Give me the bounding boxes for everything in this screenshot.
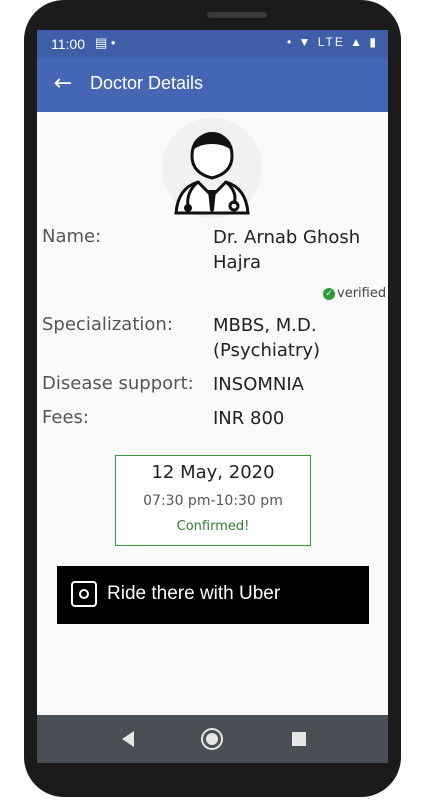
name-label: Name:	[42, 226, 102, 247]
doctor-avatar-icon	[162, 118, 262, 218]
appointment-status: Confirmed!	[176, 519, 250, 534]
specialization-value: MBBS, M.D. (Psychiatry)	[213, 313, 383, 363]
appointment-time: 07:30 pm-10:30 pm	[143, 493, 283, 509]
status-time: 11:00	[51, 36, 85, 52]
uber-button-label: Ride there with Uber	[107, 583, 281, 604]
disease-value: INSOMNIA	[213, 374, 304, 395]
appointment-card: 12 May, 2020 07:30 pm-10:30 pm Confirmed…	[115, 455, 311, 546]
specialization-label: Specialization:	[42, 314, 173, 335]
notification-icons: ▤ •	[95, 35, 116, 50]
doctor-name-line1: Dr. Arnab Ghosh	[213, 227, 361, 248]
app-screen: 11:00 ▤ • • ▼ LTE ▲ ▮ ← Doctor Details N…	[37, 30, 388, 763]
nav-back-icon[interactable]	[117, 727, 141, 751]
ride-with-uber-button[interactable]: Ride there with Uber	[57, 566, 369, 624]
specialization-line1: MBBS, M.D.	[213, 315, 317, 336]
phone-speaker	[207, 12, 267, 18]
status-bar: 11:00 ▤ • • ▼ LTE ▲ ▮	[37, 30, 388, 58]
doctor-avatar-svg	[174, 132, 250, 215]
verified-badge: ✓ verified	[323, 286, 386, 301]
back-arrow-icon[interactable]: ←	[49, 70, 77, 98]
specialization-line2: (Psychiatry)	[213, 340, 321, 361]
nav-home-icon[interactable]	[200, 727, 224, 751]
disease-label: Disease support:	[42, 373, 194, 394]
app-bar: ← Doctor Details	[37, 58, 388, 112]
fees-value: INR 800	[213, 408, 285, 429]
doctor-name: Dr. Arnab Ghosh Hajra	[213, 225, 383, 275]
system-nav-bar	[37, 715, 388, 763]
verified-label: verified	[337, 286, 387, 301]
status-right-icons: • ▼ LTE ▲ ▮	[286, 35, 378, 49]
page-title: Doctor Details	[90, 73, 204, 93]
verified-check-icon: ✓	[323, 287, 335, 300]
uber-logo-icon	[71, 581, 97, 607]
doctor-name-line2: Hajra	[213, 252, 261, 273]
appointment-date: 12 May, 2020	[151, 462, 275, 483]
fees-label: Fees:	[42, 407, 89, 428]
nav-recent-icon[interactable]	[287, 727, 311, 751]
